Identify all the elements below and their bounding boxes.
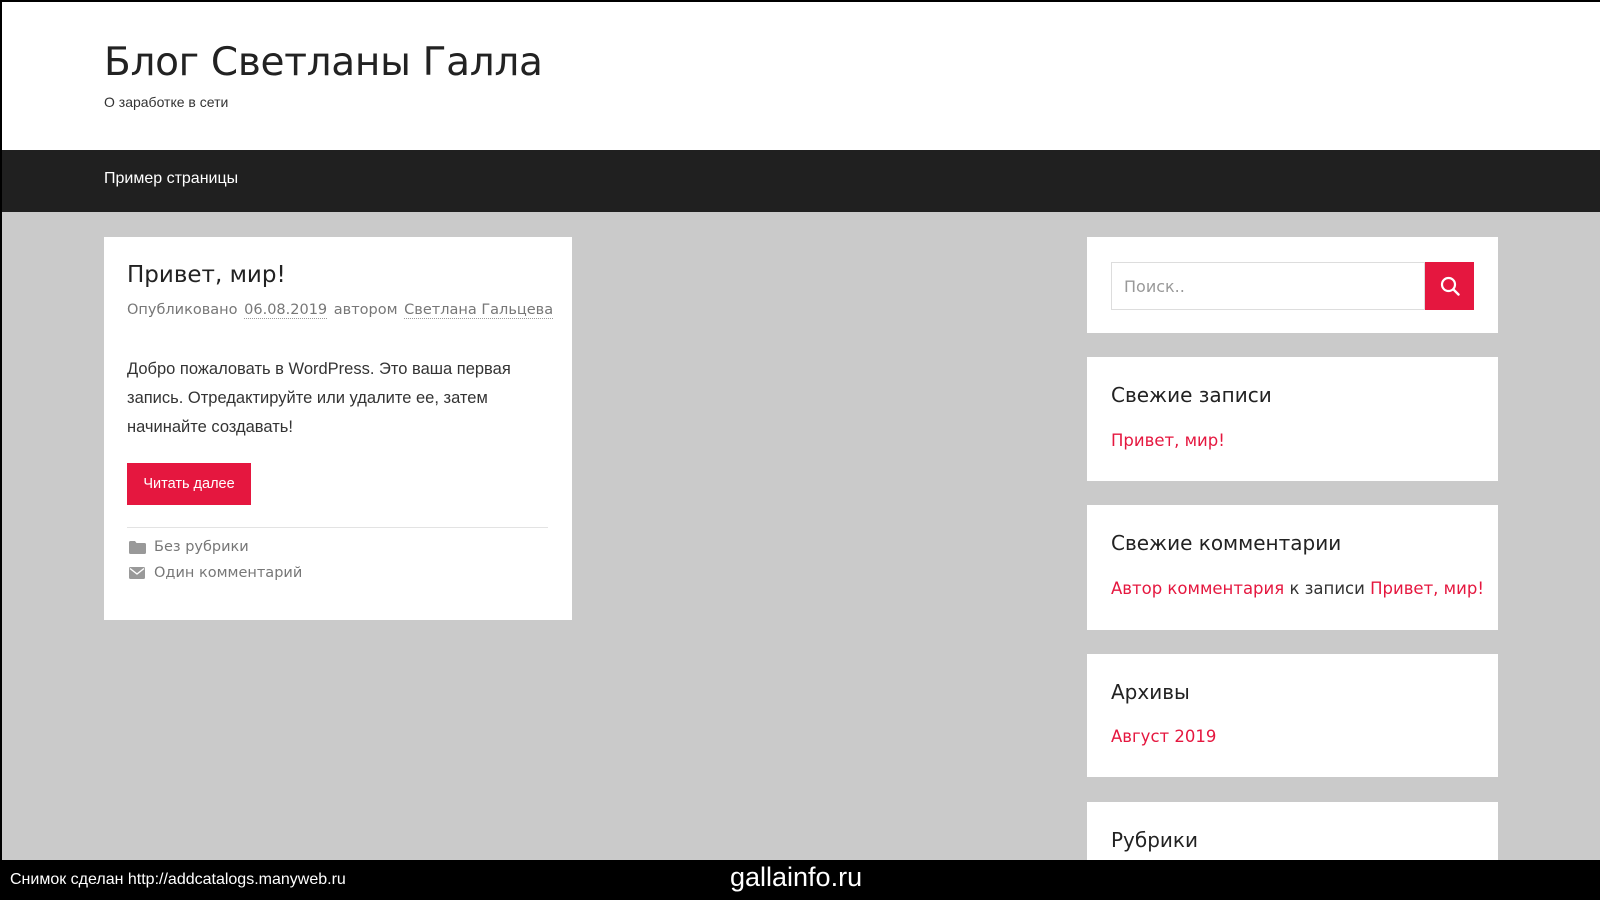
comment-post-link[interactable]: Привет, мир! — [1370, 579, 1484, 598]
post-comments-row: Один комментарий — [127, 563, 302, 583]
meta-published-label: Опубликовано — [127, 302, 238, 318]
post-divider — [127, 527, 548, 528]
post-card: Привет, мир! Опубликовано 06.08.2019 авт… — [104, 237, 572, 620]
site-title[interactable]: Блог Светланы Галла — [104, 40, 543, 85]
excerpt-text-start: Добро пожаловать в — [127, 360, 289, 378]
post-title[interactable]: Привет, мир! — [127, 262, 286, 288]
wordpress-link[interactable]: WordPress — [289, 360, 370, 378]
search-input[interactable] — [1111, 262, 1425, 310]
folder-icon — [127, 539, 147, 555]
post-category-row: Без рубрики — [127, 537, 249, 557]
recent-comment-item: Автор комментария к записи Привет, мир! — [1111, 579, 1484, 598]
screenshot-caption-bar: Снимок сделан http://addcatalogs.manyweb… — [0, 860, 1600, 900]
search-icon — [1440, 276, 1460, 296]
search-widget — [1087, 237, 1498, 333]
meta-by-label: автором — [333, 302, 398, 318]
widget-title-recent-posts: Свежие записи — [1111, 383, 1272, 407]
main-navigation: Пример страницы — [2, 150, 1600, 212]
recent-comments-widget: Свежие комментарии Автор комментария к з… — [1087, 505, 1498, 630]
watermark: gallainfo.ru — [730, 862, 863, 892]
widget-title-recent-comments: Свежие комментарии — [1111, 531, 1342, 555]
post-meta: Опубликовано 06.08.2019 автором Светлана… — [127, 302, 555, 319]
post-excerpt: Добро пожаловать в WordPress. Это ваша п… — [127, 355, 547, 442]
post-category-link[interactable]: Без рубрики — [154, 539, 249, 555]
read-more-button[interactable]: Читать далее — [127, 463, 251, 505]
recent-post-link[interactable]: Привет, мир! — [1111, 431, 1225, 450]
comment-connector: к записи — [1289, 579, 1365, 598]
nav-item-sample-page[interactable]: Пример страницы — [104, 170, 238, 188]
site-description: О заработке в сети — [104, 94, 229, 110]
widget-title-categories: Рубрики — [1111, 828, 1199, 852]
categories-widget: Рубрики — [1087, 802, 1498, 860]
search-button[interactable] — [1425, 262, 1474, 310]
post-author-link[interactable]: Светлана Гальцева — [404, 302, 554, 319]
screenshot-credit: Снимок сделан http://addcatalogs.manyweb… — [10, 871, 346, 888]
archives-widget: Архивы Август 2019 — [1087, 654, 1498, 777]
envelope-icon — [127, 565, 147, 581]
comment-author-link[interactable]: Автор комментария — [1111, 579, 1284, 598]
archive-link[interactable]: Август 2019 — [1111, 727, 1216, 746]
recent-posts-widget: Свежие записи Привет, мир! — [1087, 357, 1498, 481]
browser-viewport: Блог Светланы Галла О заработке в сети П… — [2, 2, 1600, 860]
site-header: Блог Светланы Галла О заработке в сети — [2, 2, 1600, 150]
widget-title-archives: Архивы — [1111, 680, 1190, 704]
post-date-link[interactable]: 06.08.2019 — [244, 302, 328, 319]
post-comments-link[interactable]: Один комментарий — [154, 565, 302, 581]
